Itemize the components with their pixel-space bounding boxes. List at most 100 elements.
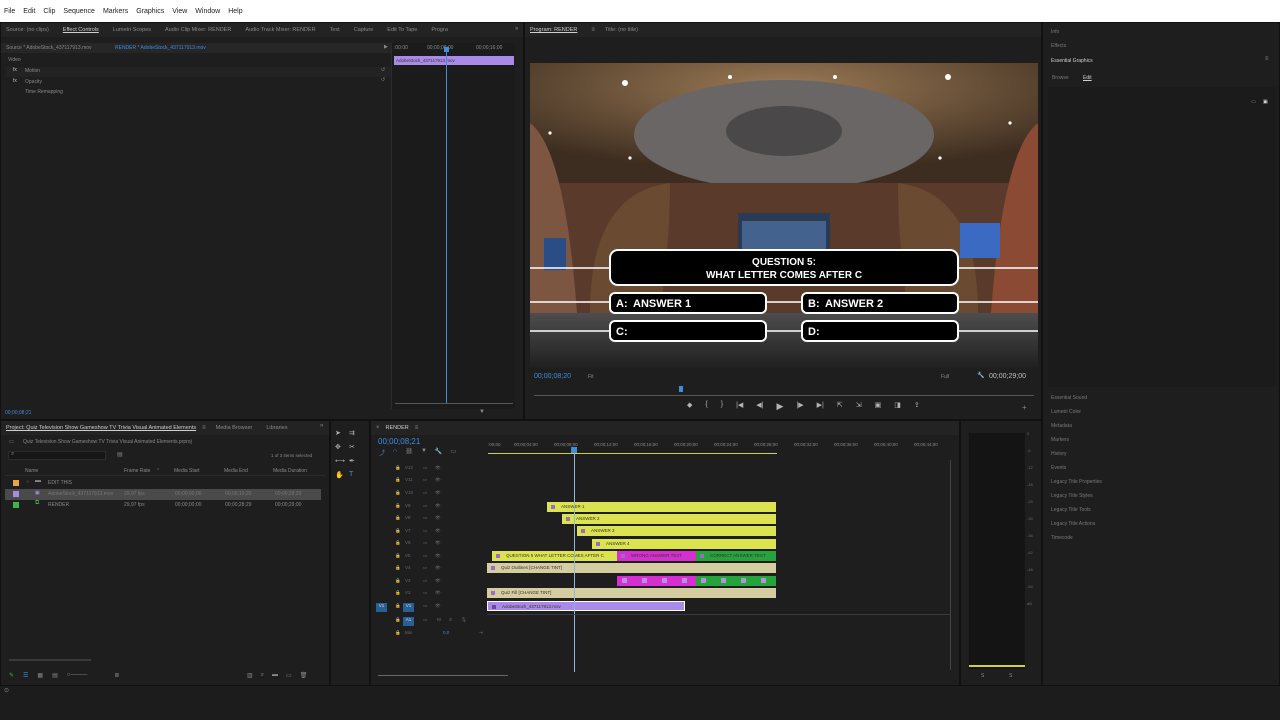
program-video-frame[interactable]: QUESTION 5: WHAT LETTER COMES AFTER C A:… [530, 63, 1038, 369]
track-v3[interactable]: 🔒 V3 ▭ 👁 [375, 578, 485, 590]
tab-capture[interactable]: Capture [354, 27, 374, 33]
track-v10[interactable]: 🔒 V10 ▭ 👁 [375, 490, 485, 502]
fx-opacity-icon[interactable]: fx [13, 78, 17, 84]
new-bin-from-search-icon[interactable]: ▤ [117, 451, 123, 458]
step-forward-icon[interactable]: |▶ [796, 401, 803, 415]
panel-essential-sound[interactable]: Essential Sound [1051, 395, 1102, 401]
wrench-icon[interactable]: 🔧 [977, 372, 984, 379]
tabs-overflow-icon[interactable]: » [515, 26, 518, 32]
compare-icon[interactable]: ◨ [894, 401, 901, 415]
program-playhead[interactable] [679, 386, 683, 392]
ripple-edit-tool-icon[interactable]: ✥ [335, 443, 349, 451]
panel-timecode[interactable]: Timecode [1051, 535, 1102, 541]
clip-answer-3[interactable]: ANSWER 3 [577, 526, 776, 536]
menu-window[interactable]: Window [195, 8, 220, 15]
automate-icon[interactable]: ▥ [247, 672, 253, 679]
panel-info[interactable]: Info [1051, 29, 1059, 35]
track-v9[interactable]: 🔒 V9 ▭ 👁 [375, 503, 485, 515]
track-v4[interactable]: 🔒 V4 ▭ 👁 [375, 565, 485, 577]
add-marker-icon[interactable]: ◆ [687, 401, 692, 415]
type-tool-icon[interactable]: T [349, 471, 363, 479]
find-icon[interactable]: ⌕ [261, 672, 264, 679]
tab-libraries[interactable]: Libraries [266, 425, 287, 431]
clip-question[interactable]: QUESTION 5 WHAT LETTER COMES AFTER C [492, 551, 617, 561]
timeline-timecode[interactable]: 00;00;08;21 [378, 437, 420, 446]
clip-answer-2[interactable]: ANSWER 2 [562, 514, 776, 524]
track-v12[interactable]: 🔒 V12 ▭ 👁 [375, 465, 485, 477]
track-v5[interactable]: 🔒 V5 ▭ 👁 [375, 553, 485, 565]
linked-selection-icon[interactable]: ⛓ [405, 448, 413, 457]
effect-scroll-bar[interactable] [395, 403, 513, 404]
program-scrubber[interactable] [534, 395, 1034, 396]
col-frame-rate[interactable]: Frame Rate [124, 468, 150, 474]
button-editor-icon[interactable]: + [1022, 403, 1027, 412]
play-only-audio-icon[interactable]: ▶ [384, 44, 388, 50]
tab-lumetri-scopes[interactable]: Lumetri Scopes [113, 27, 151, 33]
reset-motion-icon[interactable]: ↺ [381, 67, 385, 73]
menu-file[interactable]: File [4, 8, 15, 15]
menu-sequence[interactable]: Sequence [63, 8, 95, 15]
project-row-sequence[interactable]: ⧉ RENDER 29,97 fps 00;00;00;00 00;00;28;… [5, 500, 321, 511]
panel-metadata[interactable]: Metadata [1051, 423, 1102, 429]
sort-icons-icon[interactable]: ≣ [114, 672, 119, 679]
tab-project[interactable]: Project: Quiz Television Show Gameshow T… [6, 425, 196, 431]
go-to-out-icon[interactable]: ▶| [817, 401, 824, 415]
effect-source-label[interactable]: Source * AdobeStock_437117913.mov [6, 45, 92, 51]
clip-v3-green-segments[interactable] [696, 576, 776, 586]
panel-essential-graphics[interactable]: Essential Graphics [1051, 58, 1093, 64]
track-v8[interactable]: 🔒 V8 ▭ 👁 [375, 515, 485, 527]
tab-sequence-render[interactable]: RENDER [386, 425, 409, 431]
panel-legacy-title-styles[interactable]: Legacy Title Styles [1051, 493, 1102, 499]
project-row-clip[interactable]: ▣ AdobeStock_437117913.mov 29,97 fps 00;… [5, 489, 321, 500]
tab-text[interactable]: Text [330, 27, 340, 33]
effect-sequence-label[interactable]: RENDER * AdobeStock_437117913.mov [115, 45, 206, 51]
clip-quiz-outlines[interactable]: Quiz Outlines [CHANGE TINT] [487, 563, 776, 573]
fx-motion-icon[interactable]: fx [13, 67, 17, 73]
freeform-view-icon[interactable]: ▤ [52, 672, 58, 679]
panel-effects[interactable]: Effects [1051, 43, 1066, 49]
mark-in-icon[interactable]: { [705, 401, 707, 415]
clip-answer-1[interactable]: ANSWER 1 [547, 502, 776, 512]
settings-wrench-icon[interactable]: 🔧 [435, 448, 442, 457]
eg-layer-icon[interactable]: ▣ [1263, 99, 1268, 105]
eg-tab-edit[interactable]: Edit [1083, 75, 1092, 81]
mini-clip-bar[interactable]: AdobeStock_437117913.mov [394, 56, 514, 65]
effect-time-remapping[interactable]: Time Remapping [25, 89, 63, 95]
clip-quiz-fill[interactable]: Quiz Fill [CHANGE TINT] [487, 588, 776, 598]
share-icon[interactable]: ⇪ [914, 401, 920, 415]
panel-legacy-title-tools[interactable]: Legacy Title Tools [1051, 507, 1102, 513]
new-bin-icon[interactable]: ▬ [272, 672, 278, 679]
nest-icon[interactable]: ⤴ [379, 448, 385, 457]
clip-v3-magenta-segments[interactable] [617, 576, 696, 586]
track-v6[interactable]: 🔒 V6 ▭ 👁 [375, 540, 485, 552]
export-frame-icon[interactable]: ▣ [875, 401, 882, 415]
tab-title[interactable]: Title: (no title) [605, 27, 638, 33]
timeline-playhead[interactable] [574, 448, 575, 672]
clip-video[interactable]: AdobeStock_437117913.mov [487, 601, 685, 611]
panel-markers[interactable]: Markers [1051, 437, 1102, 443]
effect-motion[interactable]: Motion [25, 68, 40, 74]
go-to-in-icon[interactable]: |◀ [736, 401, 743, 415]
quality-dropdown[interactable]: Full [941, 374, 949, 380]
pen-tool-icon[interactable]: ✒ [349, 457, 363, 465]
timeline-ruler[interactable]: :00;00 00;00;04;00 00;00;08;00 00;00;12;… [488, 439, 950, 457]
project-row-folder[interactable]: › ▬ EDIT THIS [5, 478, 321, 489]
col-name[interactable]: Name [25, 468, 38, 474]
zoom-slider[interactable]: ○──── [67, 672, 88, 679]
reset-opacity-icon[interactable]: ↺ [381, 77, 385, 83]
tab-audio-clip-mixer[interactable]: Audio Clip Mixer: RENDER [165, 27, 231, 33]
track-mix[interactable]: 🔒 Mix 0,0 ⇥ [375, 630, 485, 642]
panel-legacy-title-actions[interactable]: Legacy Title Actions [1051, 521, 1102, 527]
icon-view-icon[interactable]: ▦ [37, 672, 43, 679]
menu-help[interactable]: Help [228, 8, 242, 15]
track-v7[interactable]: 🔒 V7 ▭ 👁 [375, 528, 485, 540]
project-overflow-icon[interactable]: » [320, 423, 323, 429]
tab-edit-to-tape[interactable]: Edit To Tape [387, 27, 417, 33]
eg-menu-icon[interactable]: ≡ [1265, 56, 1269, 62]
program-timecode[interactable]: 00;00;08;20 [534, 373, 571, 380]
effect-opacity[interactable]: Opacity [25, 79, 42, 85]
selection-tool-icon[interactable]: ➤ [335, 429, 349, 437]
captions-icon[interactable]: ▭ [450, 448, 456, 457]
solo-left-button[interactable]: S [981, 673, 984, 679]
expand-arrow-icon[interactable]: › [27, 479, 29, 485]
